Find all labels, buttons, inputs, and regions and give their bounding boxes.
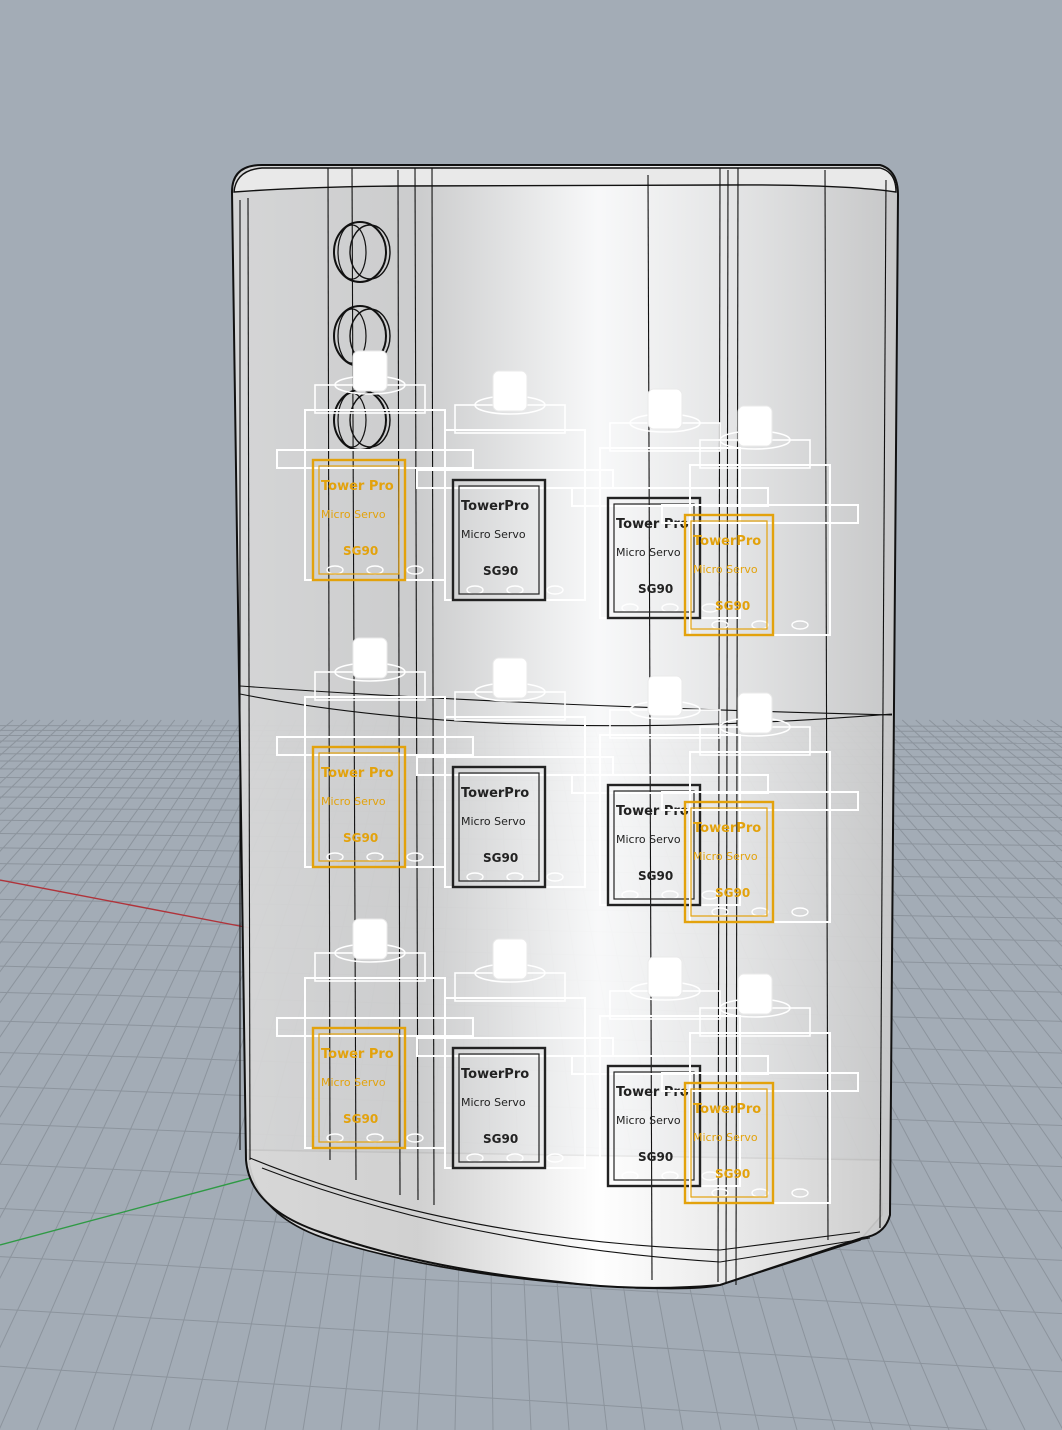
servo-output-shaft <box>737 692 773 734</box>
servo-output-shaft <box>352 918 388 960</box>
servo-brand-text: TowerPro <box>693 1102 761 1117</box>
servo-model-text: Micro Servo <box>616 833 681 846</box>
servo-output-shaft <box>492 938 528 980</box>
servo-brand-text: Tower Pro <box>616 1085 689 1100</box>
servo-brand-text: TowerPro <box>461 786 529 801</box>
servo-model-text: Micro Servo <box>616 546 681 559</box>
servo-output-shaft <box>492 657 528 699</box>
servo-model-text: Micro Servo <box>616 1114 681 1127</box>
servo-output-shaft <box>352 350 388 392</box>
servo-model-text: Micro Servo <box>321 508 386 521</box>
servo-brand-text: TowerPro <box>461 499 529 514</box>
servo-part-text: SG90 <box>638 869 673 883</box>
servo-brand-text: TowerPro <box>461 1067 529 1082</box>
servo-model-text: Micro Servo <box>693 850 758 863</box>
servo-model-text: Micro Servo <box>321 1076 386 1089</box>
servo-brand-text: Tower Pro <box>616 804 689 819</box>
servo-model-text: Micro Servo <box>461 815 526 828</box>
servo-part-text: SG90 <box>715 599 750 613</box>
servo-brand-text: TowerPro <box>693 534 761 549</box>
servo-part-text: SG90 <box>638 1150 673 1164</box>
servo-model-text: Micro Servo <box>461 528 526 541</box>
3d-scene-canvas[interactable]: Tower Pro Micro Servo SG90 TowerPro Micro Se… <box>0 0 1062 1430</box>
servo-model-text: Micro Servo <box>693 563 758 576</box>
servo-model-text: Micro Servo <box>693 1131 758 1144</box>
servo-model-text: Micro Servo <box>461 1096 526 1109</box>
servo-output-shaft <box>352 637 388 679</box>
servo-output-shaft <box>737 405 773 447</box>
servo-brand-text: TowerPro <box>693 821 761 836</box>
servo-brand-text: Tower Pro <box>321 766 394 781</box>
servo-brand-text: Tower Pro <box>616 517 689 532</box>
servo-brand-text: Tower Pro <box>321 1047 394 1062</box>
servo-output-shaft <box>737 973 773 1015</box>
servo-output-shaft <box>492 370 528 412</box>
servo-output-shaft <box>647 956 683 998</box>
servo-part-text: SG90 <box>715 886 750 900</box>
servo-brand-text: Tower Pro <box>321 479 394 494</box>
servo-part-text: SG90 <box>343 831 378 845</box>
servo-part-text: SG90 <box>343 544 378 558</box>
servo-part-text: SG90 <box>343 1112 378 1126</box>
servo-model-text: Micro Servo <box>321 795 386 808</box>
rhino-perspective-viewport[interactable]: Tower Pro Micro Servo SG90 TowerPro Micro Se… <box>0 0 1062 1430</box>
servo-part-text: SG90 <box>483 1132 518 1146</box>
servo-part-text: SG90 <box>483 564 518 578</box>
servo-part-text: SG90 <box>638 582 673 596</box>
servo-output-shaft <box>647 388 683 430</box>
servo-part-text: SG90 <box>715 1167 750 1181</box>
servo-part-text: SG90 <box>483 851 518 865</box>
enclosure-model[interactable]: Tower Pro Micro Servo SG90 TowerPro Micro Se… <box>230 164 900 1290</box>
servo-output-shaft <box>647 675 683 717</box>
